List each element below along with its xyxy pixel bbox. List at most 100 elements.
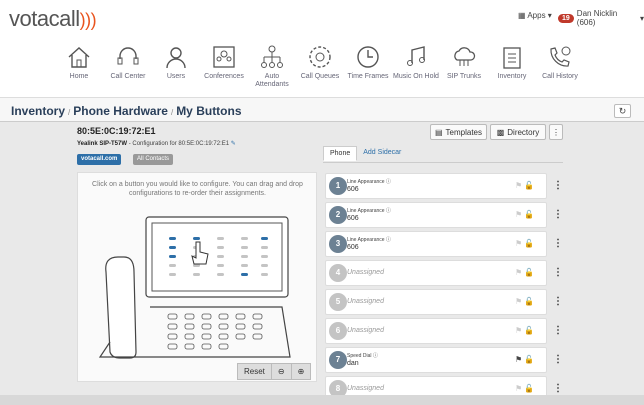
lock-icon[interactable]: 🔓 xyxy=(524,181,534,190)
key-type: Line Appearance ⓘ xyxy=(347,208,391,214)
tag-lock-icons[interactable]: ⚑ 🔓 xyxy=(515,181,534,190)
key-options-menu[interactable]: ⋮ xyxy=(553,295,563,309)
tag-lock-icons[interactable]: ⚑ 🔓 xyxy=(515,384,534,393)
tag-lock-icons[interactable]: ⚑ 🔓 xyxy=(515,210,534,219)
key-options-menu[interactable]: ⋮ xyxy=(553,324,563,338)
nav-conferences[interactable]: Conferences xyxy=(200,44,248,81)
key-value: Unassigned xyxy=(347,298,384,305)
nav-auto-attendants[interactable]: Auto Attendants xyxy=(248,44,296,89)
tag-icon[interactable]: ⚑ xyxy=(515,384,522,393)
notification-badge[interactable]: 19 xyxy=(558,13,574,23)
line-key-row[interactable]: 3 Line Appearance ⓘ 606 ⚑ 🔓 xyxy=(325,231,547,257)
headset-icon xyxy=(117,47,139,65)
key-value: 606 xyxy=(347,244,359,251)
line-key-row[interactable]: 7 Speed Dial ⓘ dan ⚑ 🔓 xyxy=(325,347,547,373)
tag-lock-icons[interactable]: ⚑ 🔓 xyxy=(515,326,534,335)
tab-phone[interactable]: Phone xyxy=(323,146,358,161)
apps-menu[interactable]: ▦ Apps ▾ xyxy=(518,11,552,20)
tag-icon[interactable]: ⚑ xyxy=(515,210,522,219)
cloud-icon xyxy=(454,47,476,66)
breadcrumb-bar: Inventory / Phone Hardware / My Buttons xyxy=(0,98,644,122)
key-number: 4 xyxy=(329,264,347,282)
key-options-menu[interactable]: ⋮ xyxy=(553,237,563,251)
nav-call-center[interactable]: Call Center xyxy=(104,44,152,81)
breadcrumb-phone-hardware[interactable]: Phone Hardware xyxy=(73,104,168,118)
lock-icon[interactable]: 🔓 xyxy=(524,326,534,335)
device-mac: 80:5E:0C:19:72:E1 xyxy=(77,126,156,136)
nav-call-history[interactable]: Call History xyxy=(536,44,584,81)
line-key-row[interactable]: 6 Unassigned ⚑ 🔓 xyxy=(325,318,547,344)
edit-pencil-icon[interactable]: ✎ xyxy=(231,141,236,147)
key-value: dan xyxy=(347,360,359,367)
tag-lock-icons[interactable]: ⚑ 🔓 xyxy=(515,268,534,277)
lock-icon[interactable]: 🔓 xyxy=(524,210,534,219)
tag-icon[interactable]: ⚑ xyxy=(515,355,522,364)
lock-icon[interactable]: 🔓 xyxy=(524,297,534,306)
line-key-row[interactable]: 2 Line Appearance ⓘ 606 ⚑ 🔓 xyxy=(325,202,547,228)
nav-time-frames[interactable]: Time Frames xyxy=(344,44,392,81)
device-model: Yealink SIP-T57W - Configuration for 80:… xyxy=(77,141,236,147)
refresh-button[interactable]: ↻ xyxy=(614,104,631,118)
lock-icon[interactable]: 🔓 xyxy=(524,384,534,393)
tag-lock-icons[interactable]: ⚑ 🔓 xyxy=(515,297,534,306)
home-icon xyxy=(68,47,90,68)
lock-icon[interactable]: 🔓 xyxy=(524,239,534,248)
clock-icon xyxy=(357,46,379,68)
directory-button[interactable]: ▩ Directory xyxy=(490,124,546,140)
music-icon xyxy=(407,46,425,66)
tag-lock-icons[interactable]: ⚑ 🔓 xyxy=(515,239,534,248)
conference-icon xyxy=(213,46,235,68)
top-bar: votacall))) ▦ Apps ▾ 19 Dan Nicklin (606… xyxy=(0,0,644,98)
clipboard-icon xyxy=(503,47,521,69)
queue-icon xyxy=(309,46,331,68)
attendant-icon xyxy=(261,45,283,68)
nav-call-queues[interactable]: Call Queues xyxy=(296,44,344,81)
reset-button[interactable]: Reset xyxy=(238,364,272,379)
line-key-row[interactable]: 4 Unassigned ⚑ 🔓 xyxy=(325,260,547,286)
main-nav: Home Call Center Users Conferences Auto … xyxy=(58,44,598,96)
config-tabs: Phone Add Sidecar xyxy=(323,146,407,161)
key-options-menu[interactable]: ⋮ xyxy=(553,179,563,193)
key-value: 606 xyxy=(347,215,359,222)
zoom-in-button[interactable]: ⊕ xyxy=(292,364,311,379)
all-contacts-tag[interactable]: All Contacts xyxy=(133,154,174,165)
key-value: 606 xyxy=(347,186,359,193)
votacall-logo[interactable]: votacall))) xyxy=(9,6,97,32)
key-number: 6 xyxy=(329,322,347,340)
key-options-menu[interactable]: ⋮ xyxy=(553,353,563,367)
templates-icon: ▤ xyxy=(434,127,443,137)
directory-icon: ▩ xyxy=(496,127,505,137)
nav-inventory[interactable]: Inventory xyxy=(488,44,536,81)
tag-icon[interactable]: ⚑ xyxy=(515,326,522,335)
tag-icon[interactable]: ⚑ xyxy=(515,239,522,248)
templates-button[interactable]: ▤ Templates xyxy=(430,124,487,140)
user-menu[interactable]: 19 Dan Nicklin (606) ▾ xyxy=(558,9,644,27)
tag-icon[interactable]: ⚑ xyxy=(515,268,522,277)
preview-toolbar: Reset ⊖ ⊕ xyxy=(237,363,312,380)
key-options-menu[interactable]: ⋮ xyxy=(553,208,563,222)
more-options-button[interactable]: ⋮ xyxy=(549,124,563,140)
nav-users[interactable]: Users xyxy=(152,44,200,81)
tag-lock-icons[interactable]: ⚑ 🔓 xyxy=(515,355,534,364)
lock-icon[interactable]: 🔓 xyxy=(524,355,534,364)
votacall-tag[interactable]: votacall.com xyxy=(77,154,122,165)
tab-add-sidecar[interactable]: Add Sidecar xyxy=(357,146,407,161)
key-options-menu[interactable]: ⋮ xyxy=(553,266,563,280)
key-number: 3 xyxy=(329,235,347,253)
key-type: Line Appearance ⓘ xyxy=(347,237,391,243)
nav-home[interactable]: Home xyxy=(55,44,103,81)
configure-hint: Click on a button you would like to conf… xyxy=(92,181,303,197)
user-icon xyxy=(166,47,186,69)
line-key-row[interactable]: 1 Line Appearance ⓘ 606 ⚑ 🔓 xyxy=(325,173,547,199)
breadcrumb-inventory[interactable]: Inventory xyxy=(11,104,65,118)
nav-music-on-hold[interactable]: Music On Hold xyxy=(392,44,440,81)
phone-illustration[interactable] xyxy=(90,212,300,362)
tag-icon[interactable]: ⚑ xyxy=(515,181,522,190)
tag-icon[interactable]: ⚑ xyxy=(515,297,522,306)
key-options-menu[interactable]: ⋮ xyxy=(553,382,563,396)
zoom-out-button[interactable]: ⊖ xyxy=(272,364,292,379)
lock-icon[interactable]: 🔓 xyxy=(524,268,534,277)
line-key-row[interactable]: 5 Unassigned ⚑ 🔓 xyxy=(325,289,547,315)
nav-sip-trunks[interactable]: SIP Trunks xyxy=(440,44,488,81)
key-value: Unassigned xyxy=(347,385,384,392)
